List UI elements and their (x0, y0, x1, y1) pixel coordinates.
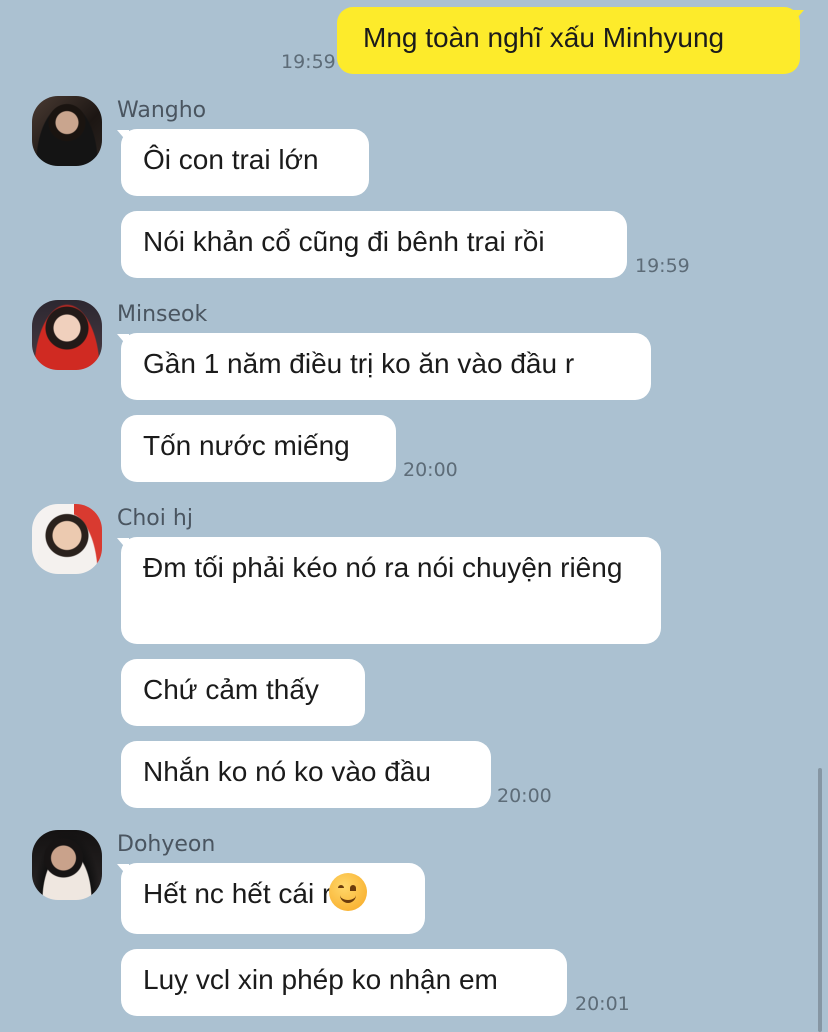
message-time: 20:00 (497, 785, 552, 807)
message-text: Gần 1 năm điều trị ko ăn vào đầu r (143, 348, 575, 379)
incoming-message-bubble[interactable]: Luỵ vcl xin phép ko nhận em (121, 949, 567, 1016)
sender-name: Minseok (117, 302, 208, 327)
message-time: 19:59 (635, 255, 690, 277)
message-text: Nói khản cổ cũng đi bênh trai rồi (143, 226, 545, 257)
sender-name: Dohyeon (117, 832, 216, 857)
hugging-face-emoji-icon (329, 873, 368, 911)
message-time: 20:00 (403, 459, 458, 481)
message-text: Tốn nước miếng (143, 430, 350, 461)
incoming-message-bubble[interactable]: Hết nc hết cái r (121, 863, 425, 934)
message-text: Nhắn ko nó ko vào đầu (143, 756, 431, 787)
bubble-tail (792, 10, 804, 24)
message-time: 19:59 (281, 51, 336, 73)
incoming-message-bubble[interactable]: Tốn nước miếng (121, 415, 396, 482)
message-text: Mng toàn nghĩ xấu Minhyung (363, 22, 725, 53)
incoming-message-bubble[interactable]: Ôi con trai lớn (121, 129, 369, 196)
outgoing-message-bubble[interactable]: Mng toàn nghĩ xấu Minhyung (337, 7, 800, 74)
avatar[interactable] (32, 96, 102, 166)
message-text: Ôi con trai lớn (143, 144, 319, 175)
message-text: Hết nc hết cái r (143, 878, 332, 909)
message-text: Luỵ vcl xin phép ko nhận em (143, 964, 498, 995)
message-text: Đm tối phải kéo nó ra nói chuyện riêng (143, 552, 623, 583)
message-time: 20:01 (575, 993, 630, 1015)
sender-name: Choi hj (117, 506, 193, 531)
incoming-message-bubble[interactable]: Nói khản cổ cũng đi bênh trai rồi (121, 211, 627, 278)
incoming-message-bubble[interactable]: Đm tối phải kéo nó ra nói chuyện riêng (121, 537, 661, 644)
message-text: Chứ cảm thấy (143, 674, 319, 705)
incoming-message-bubble[interactable]: Chứ cảm thấy (121, 659, 365, 726)
avatar[interactable] (32, 830, 102, 900)
incoming-message-bubble[interactable]: Gần 1 năm điều trị ko ăn vào đầu r (121, 333, 651, 400)
scrollbar[interactable] (818, 768, 822, 1032)
sender-name: Wangho (117, 98, 207, 123)
avatar[interactable] (32, 504, 102, 574)
avatar[interactable] (32, 300, 102, 370)
incoming-message-bubble[interactable]: Nhắn ko nó ko vào đầu (121, 741, 491, 808)
